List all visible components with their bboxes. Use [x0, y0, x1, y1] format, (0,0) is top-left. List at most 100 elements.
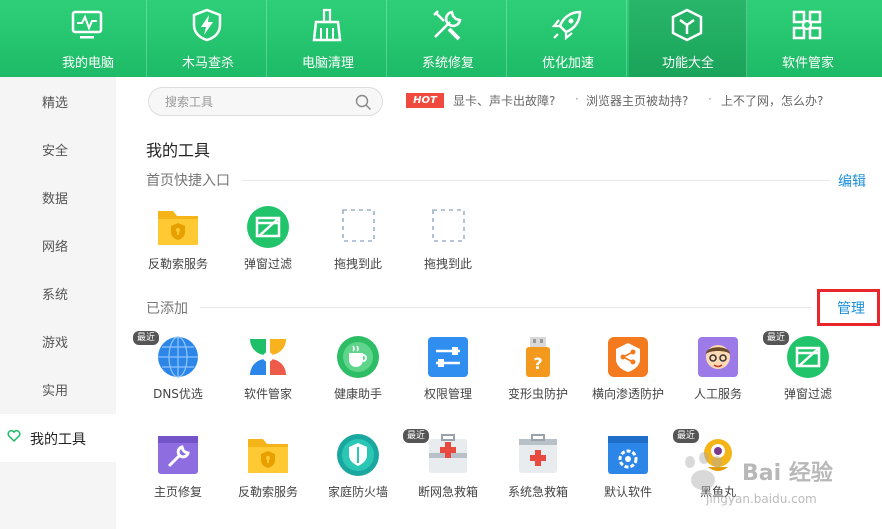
tab-system-repair[interactable]: 系统修复	[389, 0, 507, 77]
section-divider	[242, 180, 830, 181]
manage-link[interactable]: 管理	[837, 298, 865, 318]
tab-label: 我的电脑	[61, 56, 114, 71]
tab-label: 系统修复	[421, 56, 474, 71]
recent-badge: 最近	[763, 331, 790, 345]
lateral-network-icon	[608, 337, 648, 377]
sidebar-item-system[interactable]: 系统	[0, 269, 116, 317]
cube-icon	[671, 8, 703, 42]
default-software-icon	[608, 436, 648, 474]
permission-sliders-icon	[428, 337, 468, 377]
svg-text:?: ?	[533, 354, 542, 373]
sidebar-item-data[interactable]: 数据	[0, 173, 116, 221]
sidebar-item-utility[interactable]: 实用	[0, 365, 116, 413]
tool-popup-filter[interactable]: 最近 弹窗过滤	[763, 331, 853, 415]
recent-badge: 最近	[673, 429, 700, 443]
tool-health-assistant[interactable]: 健康助手	[313, 335, 403, 415]
hot-link-separator: ·	[575, 92, 579, 106]
sidebar-item-network[interactable]: 网络	[0, 221, 116, 269]
sidebar-item-label: 我的工具	[30, 432, 86, 448]
tab-label: 电脑清理	[301, 56, 354, 71]
sidebar-item-label: 精选	[42, 96, 69, 111]
sidebar-item-label: 安全	[42, 144, 69, 159]
watermark-url: jingyan.baidu.com	[706, 492, 817, 506]
edit-link[interactable]: 编辑	[838, 171, 866, 191]
hot-link-separator: ·	[708, 92, 712, 106]
tab-label: 优化加速	[541, 56, 594, 71]
recent-badge: 最近	[133, 331, 160, 345]
top-navigation-bar: 我的电脑 木马查杀 电脑清理 系统修复 优化加速 功能大全 软件管家	[0, 0, 882, 77]
broom-icon	[312, 8, 342, 42]
tab-label: 功能大全	[661, 56, 714, 71]
tab-divider	[746, 0, 747, 77]
hot-link-no-internet[interactable]: 上不了网，怎么办?	[721, 92, 823, 109]
watermark-text: Bai 经验	[742, 461, 833, 486]
rocket-icon	[551, 10, 582, 41]
hot-link-gpu-audio[interactable]: 显卡、声卡出故障?	[453, 92, 555, 109]
software-flower-icon	[250, 339, 286, 375]
section-divider	[200, 307, 812, 308]
category-sidebar: 精选 安全 数据 网络 系统 游戏 实用 我的工具	[0, 77, 116, 529]
tool-dns-optimize[interactable]: 最近 DNS优选	[133, 331, 223, 415]
sidebar-item-label: 实用	[42, 384, 69, 399]
sidebar-item-featured[interactable]: 精选	[0, 77, 116, 125]
shortcut-drop-slot[interactable]: 拖拽到此	[403, 205, 493, 285]
recent-badge: 最近	[403, 429, 430, 443]
tool-ransom-service[interactable]: 反勒索服务	[223, 433, 313, 513]
tool-human-support[interactable]: 人工服务	[673, 335, 763, 415]
tool-search-box	[148, 87, 383, 116]
page-title: 我的工具	[146, 141, 211, 160]
tool-software-manager[interactable]: 软件管家	[223, 335, 313, 415]
tab-my-computer[interactable]: 我的电脑	[29, 0, 147, 77]
tool-network-first-aid[interactable]: 最近 断网急救箱	[403, 429, 493, 513]
popup-filter-icon	[247, 206, 289, 248]
support-person-icon	[698, 337, 738, 377]
sidebar-item-label: 系统	[42, 288, 69, 303]
sidebar-item-games[interactable]: 游戏	[0, 317, 116, 365]
tab-pc-cleanup[interactable]: 电脑清理	[269, 0, 387, 77]
tool-system-first-aid[interactable]: 系统急救箱	[493, 433, 583, 513]
tab-software-manager[interactable]: 软件管家	[749, 0, 867, 77]
sidebar-item-security[interactable]: 安全	[0, 125, 116, 173]
sidebar-item-label: 数据	[42, 192, 69, 207]
tool-label: 弹窗过滤	[783, 387, 832, 401]
apps-grid-icon	[792, 10, 822, 40]
search-input[interactable]	[165, 93, 345, 111]
sidebar-item-label: 游戏	[42, 336, 69, 351]
health-cup-icon	[337, 336, 379, 378]
tool-default-software[interactable]: 默认软件	[583, 433, 673, 513]
tab-divider	[146, 0, 147, 77]
hot-badge: HOT	[406, 93, 444, 108]
drop-slot-icon	[432, 209, 465, 242]
system-firstaid-icon	[519, 434, 557, 473]
shield-bolt-icon	[192, 8, 222, 42]
shortcut-drop-slot[interactable]: 拖拽到此	[313, 205, 403, 285]
tool-lateral-penetration-protection[interactable]: 横向渗透防护	[583, 335, 673, 415]
tool-family-firewall[interactable]: 家庭防火墙	[313, 433, 403, 513]
tab-trojan-scan[interactable]: 木马查杀	[149, 0, 267, 77]
tool-homepage-repair[interactable]: 主页修复	[133, 433, 223, 513]
wrench-screwdriver-icon	[433, 10, 462, 41]
sidebar-item-my-tools[interactable]: 我的工具	[0, 414, 116, 462]
tab-optimize[interactable]: 优化加速	[509, 0, 627, 77]
hot-link-browser-hijack[interactable]: 浏览器主页被劫持?	[586, 92, 688, 109]
tool-usb-protection[interactable]: ? 变形虫防护	[493, 335, 583, 415]
shortcut-popup-filter[interactable]: 弹窗过滤	[223, 205, 313, 285]
shortcut-ransom-service[interactable]: 反勒索服务	[133, 205, 223, 285]
tab-divider	[506, 0, 507, 77]
heart-icon	[7, 429, 21, 443]
tab-divider	[626, 0, 627, 77]
tab-all-features[interactable]: 功能大全	[629, 0, 747, 77]
shortcuts-section-label: 首页快捷入口	[146, 173, 230, 189]
family-firewall-icon	[337, 434, 379, 476]
tab-label: 木马查杀	[181, 56, 234, 71]
monitor-pulse-icon	[71, 10, 103, 39]
added-section-label: 已添加	[146, 301, 188, 317]
homepage-wrench-icon	[158, 436, 198, 474]
tab-divider	[266, 0, 267, 77]
tool-label: 拖拽到此	[423, 257, 472, 271]
sidebar-item-label: 网络	[42, 240, 69, 255]
tool-permission-manager[interactable]: 权限管理	[403, 335, 493, 415]
tab-label: 软件管家	[781, 56, 834, 71]
search-icon[interactable]	[355, 94, 372, 111]
usb-shield-icon: ?	[526, 337, 550, 377]
